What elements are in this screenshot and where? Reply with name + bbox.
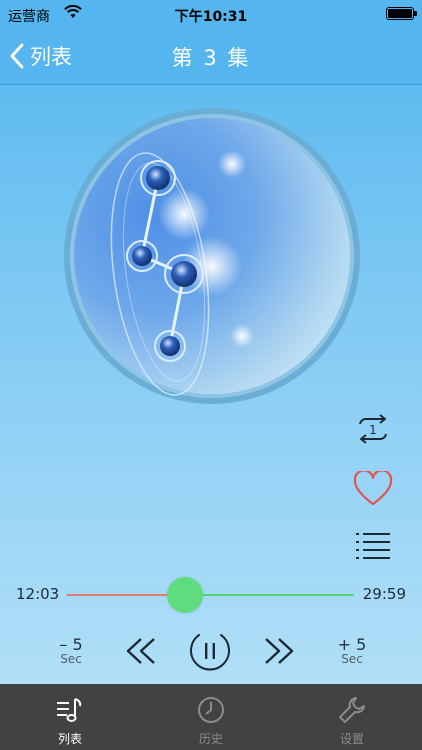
repeat-one-button[interactable]: 1 (350, 406, 396, 452)
playback-controls: – 5 Sec + 5 Sec (0, 626, 422, 676)
battery-tip (414, 11, 417, 16)
rewind-icon (126, 638, 155, 664)
tab-history-label: 历史 (198, 732, 223, 746)
tab-list[interactable]: 列表 (0, 684, 140, 750)
skip-forward-5-button[interactable]: + 5 Sec (327, 628, 377, 674)
fast-forward-icon (265, 638, 294, 664)
status-bar: 运营商 下午10:31 (0, 0, 422, 28)
skip-forward-amount: + 5 (337, 634, 367, 654)
progress-track[interactable] (67, 577, 354, 613)
heart-icon (353, 471, 393, 506)
skip-back-5-button[interactable]: – 5 Sec (46, 628, 96, 674)
page-title: 第 3 集 (171, 46, 251, 70)
tab-settings[interactable]: 设置 (282, 684, 422, 750)
clock-icon (196, 694, 226, 726)
playlist-button[interactable] (350, 522, 396, 568)
skip-back-amount: – 5 (59, 634, 83, 654)
pause-icon (190, 634, 230, 671)
navigation-bar: 列表 第 3 集 (0, 28, 422, 85)
status-time: 下午10:31 (174, 9, 248, 25)
rewind-button[interactable] (118, 629, 164, 673)
tab-history[interactable]: 历史 (141, 684, 281, 750)
svg-text:1: 1 (369, 423, 377, 437)
skip-back-unit: Sec (60, 651, 82, 666)
fast-forward-button[interactable] (256, 629, 302, 673)
remaining-track (184, 594, 354, 596)
progress-thumb[interactable] (166, 577, 203, 613)
playback-progress: 12:03 29:59 (0, 576, 422, 616)
pause-button[interactable] (186, 627, 234, 675)
favorite-button[interactable] (350, 466, 396, 512)
tab-list-label: 列表 (57, 732, 82, 746)
music-list-icon (55, 694, 85, 726)
tab-bar: 列表 历史 设置 (0, 684, 422, 750)
total-time: 29:59 (362, 585, 406, 603)
repeat-one-icon: 1 (359, 414, 387, 444)
battery-icon (386, 7, 414, 20)
wrench-icon (337, 694, 367, 726)
album-artwork (64, 108, 360, 404)
current-time: 12:03 (16, 585, 60, 603)
skip-forward-unit: Sec (341, 651, 363, 666)
list-icon (356, 533, 390, 559)
tab-settings-label: 设置 (339, 732, 364, 746)
